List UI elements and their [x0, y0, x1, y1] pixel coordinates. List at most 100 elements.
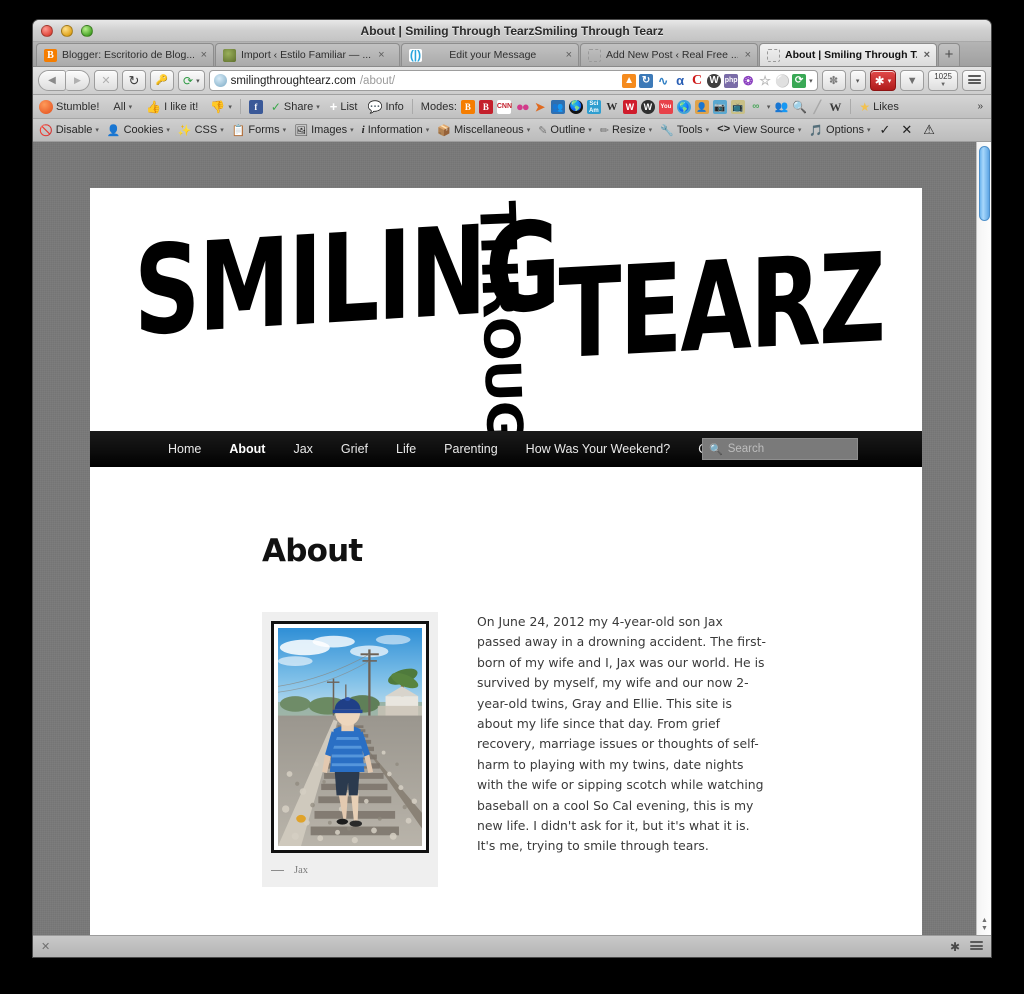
nav-item-life[interactable]: Life [382, 442, 430, 456]
wikipedia-icon[interactable]: W [605, 100, 619, 114]
chart-icon[interactable]: ▲ [622, 73, 637, 88]
refresh-icon[interactable]: ↻ [639, 73, 654, 88]
tab-import[interactable]: Import ‹ Estilo Familiar — ... × [215, 43, 400, 66]
back-button[interactable]: ◀ [38, 70, 66, 91]
nav-item-grief[interactable]: Grief [327, 442, 382, 456]
tab-close-icon[interactable]: × [201, 49, 207, 61]
close-window-button[interactable] [41, 25, 53, 37]
wave-icon[interactable]: ∿ [656, 74, 670, 88]
nav-item-jax[interactable]: Jax [279, 442, 326, 456]
devbar-outline[interactable]: ✎ Outline ▾ [538, 124, 592, 137]
overflow-button[interactable]: » [977, 101, 985, 112]
tab-about-smiling-through-tearz[interactable]: About | Smiling Through T... × [759, 43, 937, 66]
tab-add-new-post[interactable]: Add New Post ‹ Real Free ... × [580, 43, 758, 66]
list-button[interactable]: + List [330, 99, 358, 114]
cnn-icon[interactable]: CNN [496, 99, 512, 114]
like-button[interactable]: 👍 I like it! [146, 100, 198, 114]
b-red-icon[interactable]: B [478, 99, 493, 114]
c-icon[interactable]: C [690, 73, 704, 88]
devbar-view-source[interactable]: <> View Source ▾ [717, 124, 801, 136]
search-input[interactable]: 🔍 Search [702, 438, 858, 460]
tab-edit-message[interactable]: (|) Edit your Message × [401, 43, 579, 66]
dots-icon[interactable]: ●● [515, 99, 530, 114]
nav-item-about[interactable]: About [215, 442, 279, 456]
tab-close-icon[interactable]: × [378, 49, 384, 61]
site-logo[interactable]: SMILING THROUGH TEARZ [90, 188, 922, 431]
bird-icon[interactable]: ➤ [533, 100, 547, 114]
close-icon[interactable]: ✕ [41, 940, 50, 953]
stack-icon[interactable] [970, 941, 983, 952]
devbar-validate-button[interactable]: ✓ [879, 122, 890, 138]
nav-item-home[interactable]: Home [154, 442, 215, 456]
feather-menu-button[interactable]: ▾ [849, 70, 866, 91]
nav-item-parenting[interactable]: Parenting [430, 442, 512, 456]
firefox-pin-icon[interactable]: ✱ [950, 940, 960, 954]
info-button[interactable]: 💬 Info [367, 100, 403, 114]
adblock-button[interactable]: ✱ ▾ [869, 70, 897, 91]
alpha-icon[interactable]: α [673, 73, 687, 88]
devbar-tools[interactable]: 🔧 Tools ▾ [660, 124, 709, 137]
nav-item-how-was-your-weekend[interactable]: How Was Your Weekend? [512, 442, 685, 456]
earth-icon[interactable]: 🌎 [676, 99, 691, 114]
sync-button[interactable]: ⟳ ▾ [178, 70, 205, 91]
group-icon[interactable]: 👥 [550, 99, 565, 114]
eraser-icon[interactable]: ╱ [810, 100, 824, 114]
scrollbar-thumb[interactable] [979, 146, 990, 221]
scrollbar-arrows[interactable]: ▲ ▼ [979, 917, 990, 933]
downloads-button[interactable]: ▼ [900, 70, 925, 91]
share-button[interactable]: ✓ Share ▾ [271, 100, 320, 114]
tab-close-icon[interactable]: × [924, 49, 930, 61]
photo-icon[interactable]: 📷 [712, 99, 727, 114]
tab-blogger[interactable]: B Blogger: Escritorio de Blog... × [36, 43, 214, 66]
window-vertical-scrollbar[interactable]: ▲ ▼ [976, 142, 991, 935]
forward-button[interactable]: ▶ [66, 70, 90, 91]
devbar-options[interactable]: 🎵 Options ▾ [809, 124, 870, 137]
devbar-forms[interactable]: 📋 Forms ▾ [232, 124, 286, 137]
search-icon[interactable]: 🔍 [792, 100, 807, 114]
stumble-button[interactable]: Stumble! [39, 99, 99, 114]
bookmarks-icon[interactable]: ∞ [749, 100, 763, 114]
blogger-icon[interactable]: B [460, 99, 475, 114]
stop-button[interactable]: ✕ [94, 70, 118, 91]
wordpress-icon[interactable]: W [640, 99, 655, 114]
people-icon[interactable]: 👤 [694, 99, 709, 114]
youtube-icon[interactable]: You [658, 99, 673, 114]
stumble-all-button[interactable]: All ▾ [113, 101, 132, 113]
tab-close-icon[interactable]: × [566, 49, 572, 61]
star-icon[interactable]: ☆ [758, 73, 772, 88]
minimize-window-button[interactable] [61, 25, 73, 37]
dislike-button[interactable]: 👎 ▾ [210, 100, 231, 114]
pen-icon[interactable]: ❂ [741, 74, 755, 88]
people-alt-icon[interactable]: 👥 [774, 100, 789, 114]
facebook-button[interactable]: f [248, 99, 263, 114]
wordpress-icon[interactable]: W [707, 73, 722, 88]
chevron-down-icon[interactable]: ▾ [767, 103, 771, 111]
devbar-resize[interactable]: ✏ Resize ▾ [600, 124, 652, 137]
zoom-window-button[interactable] [81, 25, 93, 37]
sciam-icon[interactable]: Sci Am [586, 99, 601, 114]
devbar-images[interactable]: 🖼 Images ▾ [294, 124, 354, 137]
devbar-cookies[interactable]: 👤 Cookies ▾ [107, 124, 170, 137]
tab-close-icon[interactable]: × [745, 49, 751, 61]
shield-icon[interactable]: ⚪ [775, 74, 790, 88]
devbar-warning-button[interactable]: ⚠ [923, 122, 935, 138]
wikihow-icon[interactable]: W [622, 99, 637, 114]
wiktionary-icon[interactable]: W [828, 100, 842, 114]
devbar-error-button[interactable]: ✕ [901, 122, 912, 138]
devbar-disable[interactable]: 🚫 Disable ▾ [39, 124, 99, 137]
likes-button[interactable]: ★ Likes [859, 100, 898, 114]
tv-icon[interactable]: 📺 [730, 99, 745, 114]
chevron-down-icon[interactable]: ▾ [809, 77, 813, 85]
globe-dark-icon[interactable]: 🌎 [568, 99, 583, 114]
feather-button[interactable]: ✽ [821, 70, 846, 91]
devbar-css[interactable]: ✨ CSS ▾ [178, 124, 224, 137]
new-tab-button[interactable]: + [938, 43, 960, 66]
green-sync-icon[interactable]: ⟳ [792, 73, 807, 88]
reload-button[interactable]: ↻ [122, 70, 146, 91]
counter-button[interactable]: 1025 ▼ [928, 70, 958, 91]
stack-button[interactable] [962, 70, 986, 91]
key-button[interactable]: 🔑 [150, 70, 174, 91]
devbar-information[interactable]: i Information ▾ [362, 124, 430, 136]
address-bar[interactable]: smilingthroughtearz.com /about/ ▲ ↻ ∿ α … [208, 70, 818, 91]
devbar-miscellaneous[interactable]: 📦 Miscellaneous ▾ [437, 124, 530, 137]
